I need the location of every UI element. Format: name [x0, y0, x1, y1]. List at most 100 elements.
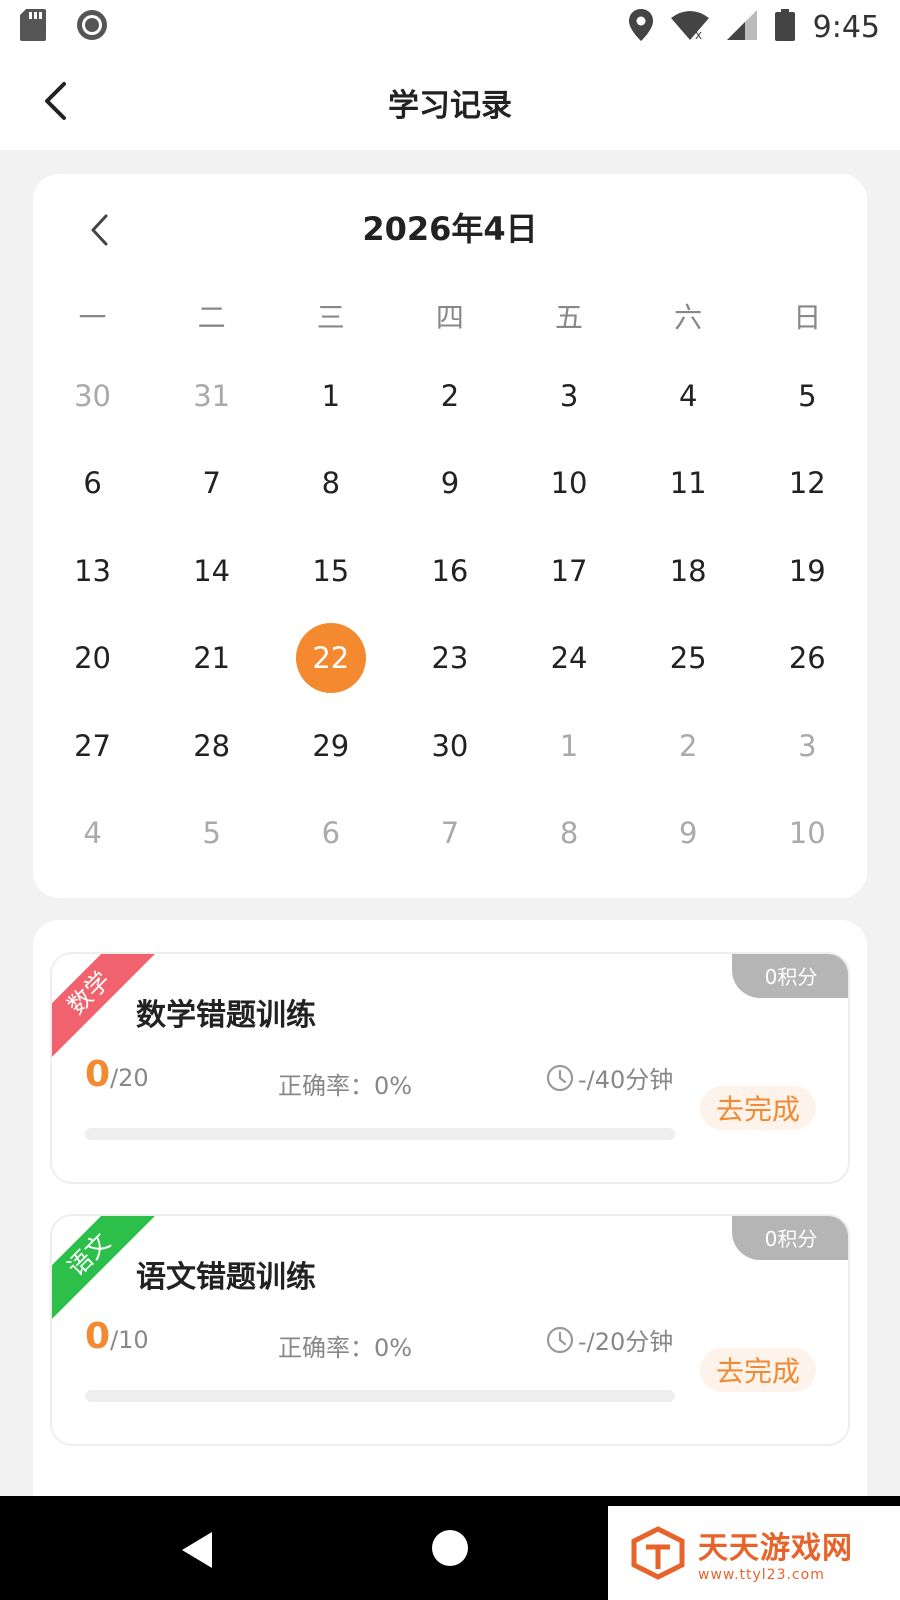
calendar-day[interactable]: 10 — [510, 440, 629, 528]
chevron-left-icon — [45, 82, 66, 120]
calendar-day-number: 25 — [669, 641, 707, 676]
calendar-month-title: 2026年4日 — [362, 210, 538, 248]
progress-bar — [85, 1390, 675, 1402]
record-icon — [76, 9, 108, 45]
calendar-day-number: 2 — [678, 728, 698, 763]
calendar-day[interactable]: 25 — [629, 615, 748, 703]
calendar-day-number: 12 — [788, 466, 826, 501]
calendar-day-number: 30 — [431, 728, 469, 763]
calendar-day[interactable]: 31 — [152, 352, 271, 440]
total-count: /10 — [110, 1326, 149, 1354]
task-progress-count: 0/10 — [85, 1316, 149, 1357]
calendar-day-number: 3 — [559, 378, 579, 413]
signal-icon — [726, 10, 757, 44]
wifi-icon: x — [670, 10, 709, 44]
calendar-day[interactable]: 24 — [510, 615, 629, 703]
calendar-day[interactable]: 4 — [33, 790, 152, 878]
clock-time: 9:45 — [812, 9, 880, 45]
calendar-day-number: 18 — [669, 553, 707, 588]
calendar-day-number: 31 — [193, 378, 231, 413]
calendar-day-number: 9 — [440, 466, 460, 501]
calendar-weekday-row: 一二三四五六日 — [33, 296, 867, 336]
calendar-day[interactable]: 6 — [33, 440, 152, 528]
task-time: -/20分钟 — [546, 1322, 673, 1357]
calendar-day[interactable]: 12 — [748, 440, 867, 528]
calendar-day[interactable]: 16 — [390, 527, 509, 615]
calendar-day-number: 11 — [669, 466, 707, 501]
calendar-day[interactable]: 21 — [152, 615, 271, 703]
calendar-day[interactable]: 9 — [390, 440, 509, 528]
calendar-day-number: 23 — [431, 641, 469, 676]
calendar-day[interactable]: 1 — [271, 352, 390, 440]
calendar-day-number: 14 — [193, 553, 231, 588]
time-text: -/20分钟 — [578, 1328, 674, 1356]
calendar-day[interactable]: 19 — [748, 527, 867, 615]
calendar-day[interactable]: 30 — [33, 352, 152, 440]
calendar-day[interactable]: 17 — [510, 527, 629, 615]
watermark-logo-icon — [631, 1526, 685, 1580]
calendar-day[interactable]: 20 — [33, 615, 152, 703]
calendar-day[interactable]: 14 — [152, 527, 271, 615]
calendar-day-number: 13 — [74, 553, 112, 588]
calendar-day-number: 27 — [74, 728, 112, 763]
back-button[interactable] — [30, 76, 80, 126]
calendar-day[interactable]: 15 — [271, 527, 390, 615]
battery-icon — [774, 9, 795, 45]
system-back-icon[interactable] — [178, 1530, 218, 1570]
task-title: 语文错题训练 — [136, 1260, 316, 1295]
status-bar: x 9:45 — [0, 0, 900, 54]
task-title: 数学错题训练 — [136, 998, 316, 1033]
accuracy-text: 正确率：0% — [278, 1334, 413, 1362]
calendar-day-number: 1 — [321, 378, 341, 413]
calendar-day[interactable]: 29 — [271, 702, 390, 790]
calendar-day[interactable]: 2 — [390, 352, 509, 440]
calendar-card: 2026年4日 一二三四五六日 30 31 1 2 3 4 5 6 7 8 9 10 11 12 13 14 1… — [33, 174, 867, 898]
calendar-day[interactable]: 18 — [629, 527, 748, 615]
calendar-day-number: 22 — [295, 623, 366, 694]
calendar-day[interactable]: 6 — [271, 790, 390, 878]
calendar-day-number: 1 — [559, 728, 579, 763]
calendar-day[interactable]: 8 — [271, 440, 390, 528]
calendar-day[interactable]: 5 — [152, 790, 271, 878]
calendar-day-number: 6 — [321, 816, 341, 851]
calendar-day[interactable]: 10 — [748, 790, 867, 878]
watermark-url: www.ttyl23.com — [698, 1567, 825, 1583]
calendar-day[interactable]: 3 — [748, 702, 867, 790]
calendar-day[interactable]: 30 — [390, 702, 509, 790]
calendar-day-number: 4 — [678, 378, 698, 413]
weekday-label: 六 — [674, 301, 703, 334]
calendar-day[interactable]: 7 — [390, 790, 509, 878]
system-home-icon[interactable] — [432, 1530, 468, 1566]
calendar-day[interactable]: 4 — [629, 352, 748, 440]
calendar-day[interactable]: 1 — [510, 702, 629, 790]
calendar-day-number: 15 — [312, 553, 350, 588]
watermark-text: 天天游戏网 — [698, 1531, 853, 1566]
calendar-day-number: 10 — [550, 466, 588, 501]
calendar-day[interactable]: 11 — [629, 440, 748, 528]
calendar-day-number: 28 — [193, 728, 231, 763]
page-title: 学习记录 — [388, 87, 512, 124]
calendar-day-number: 9 — [678, 816, 698, 851]
calendar-day-number: 7 — [202, 466, 221, 501]
calendar-day[interactable]: 13 — [33, 527, 152, 615]
calendar-day-selected[interactable]: 22 — [271, 615, 390, 703]
points-badge: 0积分 — [732, 954, 848, 998]
calendar-day[interactable]: 9 — [629, 790, 748, 878]
calendar-day-number: 29 — [312, 728, 350, 763]
calendar-day[interactable]: 28 — [152, 702, 271, 790]
calendar-day-number: 17 — [550, 553, 588, 588]
complete-button[interactable]: 去完成 — [700, 1348, 816, 1392]
task-card: 语文 0积分 语文错题训练 0/10 正确率：0% -/20分钟 去完成 — [50, 1214, 850, 1446]
calendar-day[interactable]: 3 — [510, 352, 629, 440]
complete-button[interactable]: 去完成 — [700, 1086, 816, 1130]
calendar-day[interactable]: 27 — [33, 702, 152, 790]
calendar-day[interactable]: 8 — [510, 790, 629, 878]
calendar-day[interactable]: 5 — [748, 352, 867, 440]
calendar-day[interactable]: 26 — [748, 615, 867, 703]
accuracy-text: 正确率：0% — [278, 1072, 413, 1100]
calendar-day[interactable]: 7 — [152, 440, 271, 528]
calendar-day[interactable]: 23 — [390, 615, 509, 703]
calendar-day-number: 5 — [202, 816, 221, 851]
progress-bar — [85, 1128, 675, 1140]
calendar-day[interactable]: 2 — [629, 702, 748, 790]
